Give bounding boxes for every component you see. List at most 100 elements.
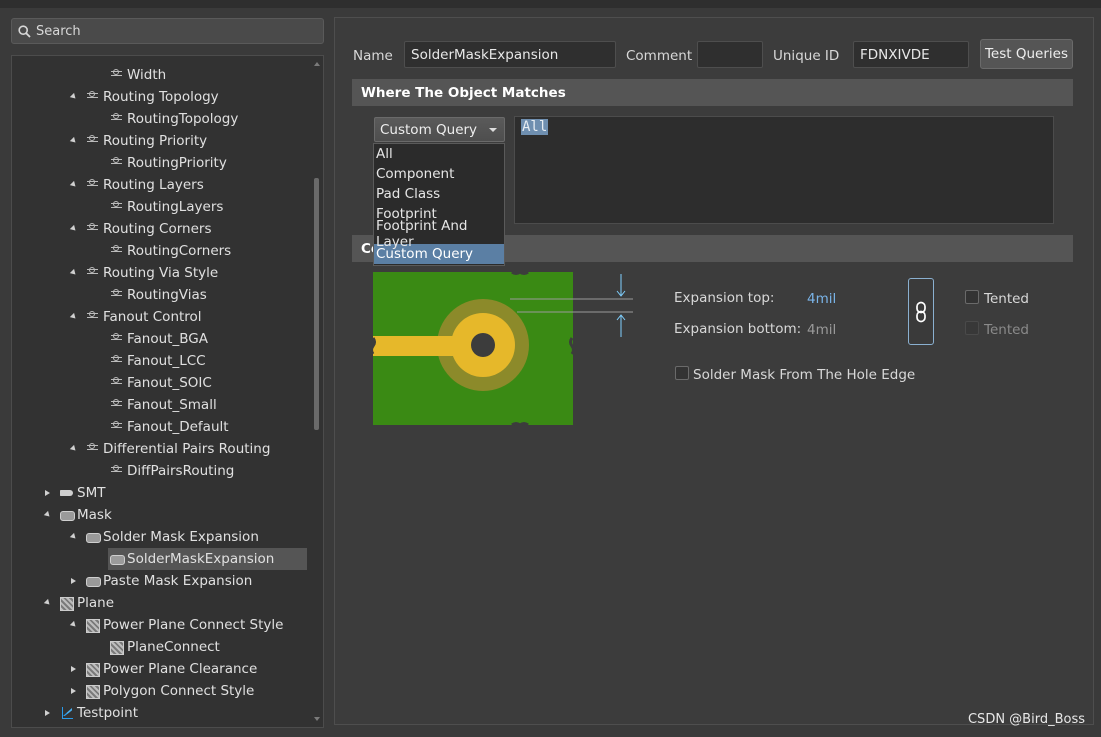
tree-item-label: Routing Layers: [103, 177, 204, 193]
search-input[interactable]: [36, 23, 306, 39]
routing-rule-icon: [110, 245, 124, 257]
tree-item-label: Routing Topology: [103, 89, 219, 105]
tree-item-label: Width: [127, 67, 167, 83]
unique-id-field[interactable]: FDNXIVDE: [853, 41, 969, 68]
tree-item[interactable]: Routing Corners: [84, 218, 212, 240]
expand-arrow-icon[interactable]: [42, 598, 52, 608]
query-type-dropdown[interactable]: All Component Pad Class Footprint Footprint …: [373, 143, 505, 266]
dropdown-option[interactable]: Pad Class: [374, 184, 504, 204]
tree-item[interactable]: Width: [108, 64, 166, 86]
tree-item-label: SolderMaskExpansion: [127, 551, 275, 567]
expand-arrow-icon[interactable]: [68, 92, 78, 102]
tree-item[interactable]: Mask: [58, 504, 112, 526]
tree-item[interactable]: RoutingTopology: [108, 108, 238, 130]
expand-arrow-icon[interactable]: [68, 532, 78, 542]
link-values-button[interactable]: [908, 278, 934, 345]
expand-arrow-icon[interactable]: [42, 510, 52, 520]
tree-item-label: Fanout Control: [103, 309, 202, 325]
routing-rule-icon: [86, 135, 100, 147]
tree-item[interactable]: RoutingPriority: [108, 152, 227, 174]
tree-item[interactable]: Fanout_Default: [108, 416, 229, 438]
rules-tree[interactable]: Width Routing Topology RoutingTopology Rout…: [11, 55, 324, 728]
expand-arrow-icon[interactable]: [68, 180, 78, 190]
scroll-down-arrow-icon[interactable]: [314, 717, 320, 721]
expand-arrow-icon[interactable]: [68, 224, 78, 234]
tree-item-label: RoutingPriority: [127, 155, 227, 171]
tree-item[interactable]: Differential Pairs Routing: [84, 438, 270, 460]
tree-scrollbar[interactable]: [314, 66, 319, 716]
tented-bottom-checkbox[interactable]: [965, 321, 979, 335]
query-editor[interactable]: All: [514, 116, 1054, 224]
tree-item[interactable]: Fanout_SOIC: [108, 372, 212, 394]
name-field[interactable]: SolderMaskExpansion: [404, 41, 616, 68]
tree-item[interactable]: Solder Mask Expansion: [84, 526, 259, 548]
testpoint-icon: [60, 707, 74, 719]
tree-item[interactable]: RoutingVias: [108, 284, 207, 306]
scroll-up-arrow-icon[interactable]: [314, 62, 320, 66]
tree-item[interactable]: Fanout Control: [84, 306, 202, 328]
routing-rule-icon: [86, 179, 100, 191]
hole-edge-checkbox[interactable]: [675, 366, 689, 380]
collapse-arrow-icon[interactable]: [68, 686, 78, 696]
query-type-combo[interactable]: Custom Query: [374, 117, 505, 142]
expand-arrow-icon[interactable]: [68, 620, 78, 630]
tree-item[interactable]: PlaneConnect: [108, 636, 220, 658]
expand-arrow-icon[interactable]: [68, 312, 78, 322]
routing-rule-icon: [86, 223, 100, 235]
plane-icon: [86, 685, 100, 699]
chevron-down-icon: [489, 128, 497, 132]
test-queries-button[interactable]: Test Queries: [980, 39, 1073, 69]
tree-item[interactable]: Routing Topology: [84, 86, 219, 108]
tree-item[interactable]: Routing Layers: [84, 174, 204, 196]
collapse-arrow-icon[interactable]: [68, 576, 78, 586]
tree-item[interactable]: Power Plane Connect Style: [84, 614, 283, 636]
tree-item-label: DiffPairsRouting: [127, 463, 235, 479]
tree-item[interactable]: Fanout_LCC: [108, 350, 206, 372]
tree-item[interactable]: DiffPairsRouting: [108, 460, 234, 482]
collapse-arrow-icon[interactable]: [68, 664, 78, 674]
tree-item[interactable]: Routing Priority: [84, 130, 207, 152]
tree-item[interactable]: Testpoint: [58, 702, 138, 724]
tree-item[interactable]: SMT: [58, 482, 105, 504]
tree-item[interactable]: RoutingCorners: [108, 240, 231, 262]
tree-item[interactable]: Paste Mask Expansion: [84, 570, 252, 592]
dropdown-option[interactable]: Footprint And Layer: [374, 218, 504, 250]
tree-item[interactable]: Plane: [58, 592, 114, 614]
tree-item[interactable]: Fanout_BGA: [108, 328, 208, 350]
scrollbar-thumb[interactable]: [314, 178, 319, 430]
tree-item-label: Differential Pairs Routing: [103, 441, 271, 457]
expansion-top-label: Expansion top:: [674, 290, 775, 306]
tented-top-checkbox[interactable]: [965, 290, 979, 304]
expand-arrow-icon[interactable]: [68, 268, 78, 278]
tree-item[interactable]: RoutingLayers: [108, 196, 223, 218]
search-box[interactable]: [11, 18, 324, 44]
search-icon: [18, 24, 31, 38]
tree-item[interactable]: Manufacturing: [58, 724, 175, 727]
chain-link-icon: [916, 301, 926, 322]
tree-item-label: Fanout_Default: [127, 419, 229, 435]
tree-item[interactable]: Fanout_Small: [108, 394, 217, 416]
query-text: All: [521, 119, 549, 135]
collapse-arrow-icon[interactable]: [42, 708, 52, 718]
expansion-bottom-value[interactable]: 4mil: [807, 322, 836, 338]
plane-icon: [110, 641, 124, 655]
tree-item-label: SMT: [77, 485, 106, 501]
tree-item-label: Routing Via Style: [103, 265, 219, 281]
dropdown-option[interactable]: All: [374, 144, 504, 164]
tree-item-label: Fanout_BGA: [127, 331, 208, 347]
expand-arrow-icon[interactable]: [68, 444, 78, 454]
expansion-top-value[interactable]: 4mil: [807, 291, 836, 307]
tree-item[interactable]: Power Plane Clearance: [84, 658, 257, 680]
comment-field[interactable]: [697, 41, 763, 68]
routing-rule-icon: [110, 465, 124, 477]
tree-item-label: Power Plane Connect Style: [103, 617, 284, 633]
routing-rule-icon: [110, 333, 124, 345]
tented-bottom-label: Tented: [984, 322, 1029, 338]
collapse-arrow-icon[interactable]: [42, 488, 52, 498]
dropdown-option[interactable]: Component: [374, 164, 504, 184]
smt-icon: [60, 487, 74, 499]
expand-arrow-icon[interactable]: [68, 136, 78, 146]
tree-item[interactable]: Routing Via Style: [84, 262, 218, 284]
tree-item[interactable]: Polygon Connect Style: [84, 680, 254, 702]
tree-item[interactable]: SolderMaskExpansion: [108, 548, 307, 570]
